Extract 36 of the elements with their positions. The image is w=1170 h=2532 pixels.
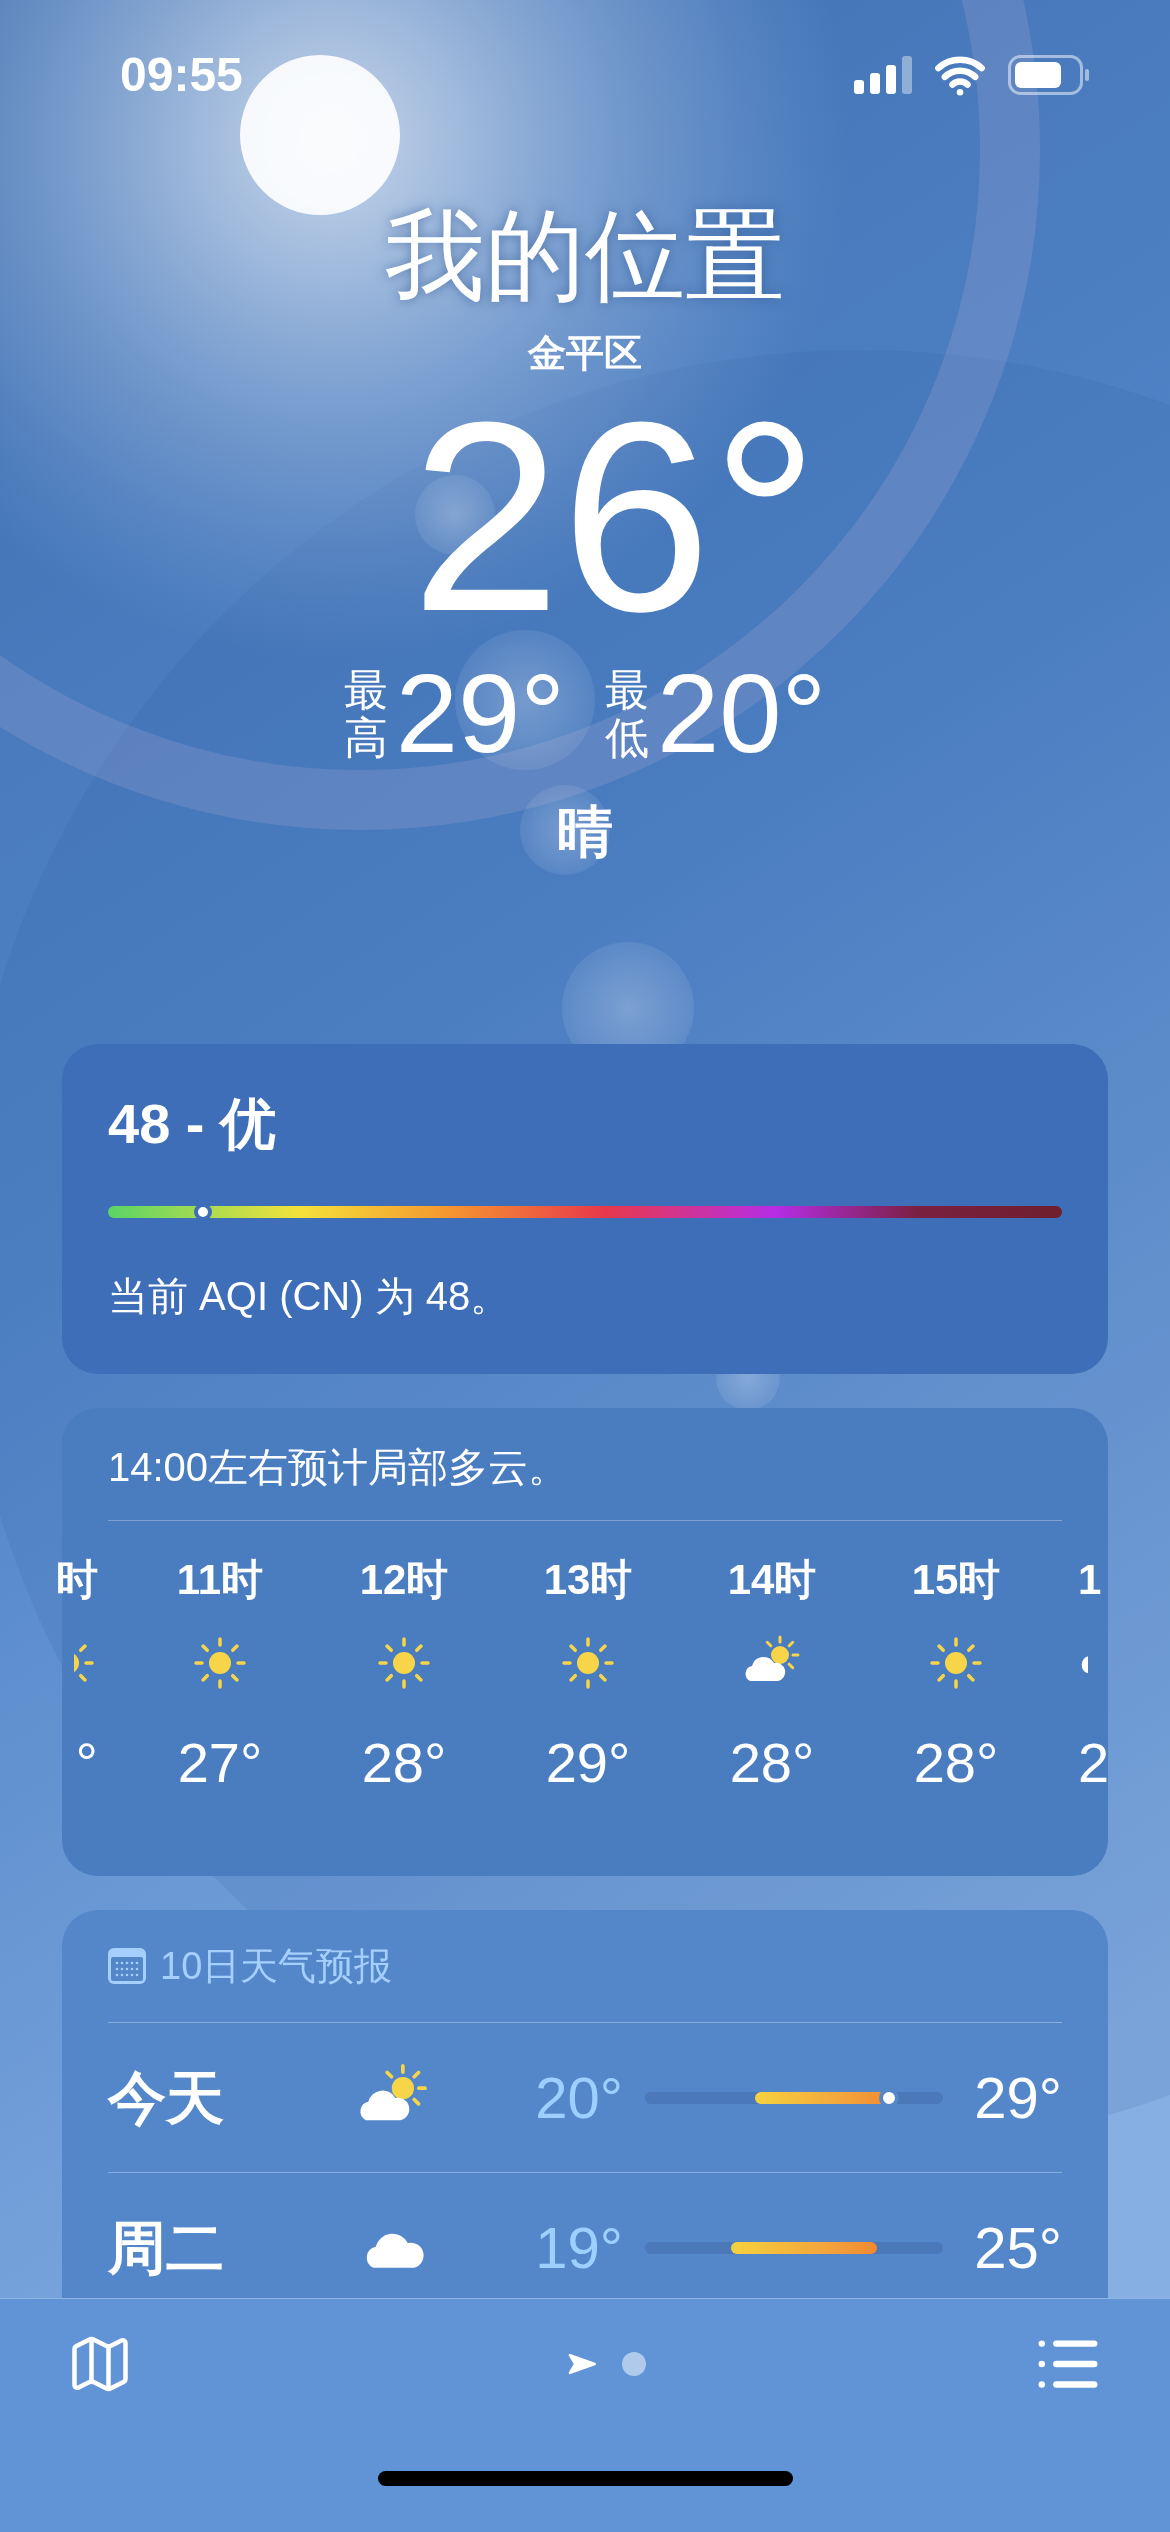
low-temperature: 20° (534, 2064, 623, 2132)
low-temperature: 20° (657, 658, 827, 770)
hour-label: 13时 (543, 1559, 633, 1601)
hour-temperature: 28° (729, 1735, 815, 1791)
hour-label: 14时 (727, 1559, 817, 1601)
day-label: 今天 (108, 2064, 225, 2132)
high-temperature: 25° (973, 2214, 1062, 2282)
battery-icon (1008, 55, 1090, 95)
high-label: 最高 (343, 665, 388, 763)
high-temperature: 29° (395, 658, 565, 770)
low-temperature: 19° (534, 2214, 623, 2282)
hour-temperature: 28° (913, 1735, 999, 1791)
high-temperature: 29° (973, 2064, 1062, 2132)
location-subtitle: 金平区 (528, 331, 642, 376)
location-title: 我的位置 (385, 205, 785, 305)
hour-temperature: 29° (545, 1735, 631, 1791)
hour-temperature: 2 (1078, 1735, 1110, 1791)
current-temperature: 26° (409, 382, 820, 652)
hour-label: 时 (56, 1559, 98, 1601)
aqi-description: 当前 AQI (CN) 为 48。 (108, 1273, 512, 1320)
weather-condition: 晴 (557, 799, 613, 865)
hour-temperature: 28° (361, 1735, 447, 1791)
hour-label: 1 (1078, 1559, 1102, 1601)
hour-temperature: 27° (177, 1735, 263, 1791)
signal-icon (854, 56, 912, 94)
day-label: 周二 (108, 2214, 225, 2282)
hour-label: 12时 (359, 1559, 449, 1601)
forecast-title: 10日天气预报 (160, 1943, 393, 1989)
hourly-summary: 14:00左右预计局部多云。 (107, 1444, 570, 1491)
low-label: 最低 (605, 665, 649, 763)
hour-temperature: ° (75, 1735, 98, 1791)
hour-label: 15时 (911, 1559, 1001, 1601)
status-time: 09:55 (120, 47, 243, 103)
hour-label: 11时 (176, 1559, 264, 1601)
calendar-icon (108, 1948, 146, 1984)
aqi-heading: 48 - 优 (108, 1096, 278, 1152)
